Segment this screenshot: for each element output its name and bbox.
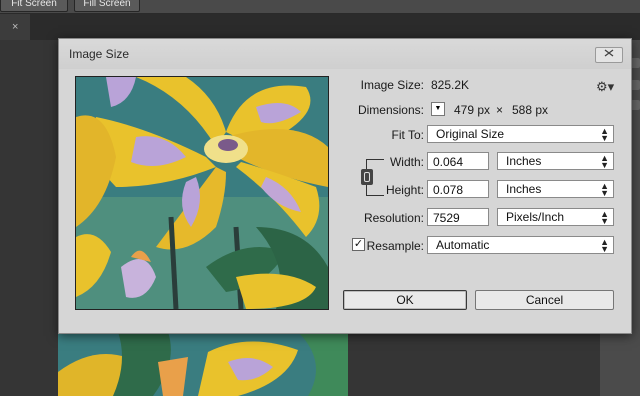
document-canvas-image — [58, 332, 348, 396]
resample-select[interactable]: Automatic ▲ ▼ — [427, 236, 614, 254]
image-size-value: 825.2K — [431, 78, 470, 92]
height-unit-value: Inches — [506, 182, 542, 196]
fill-screen-button[interactable]: Fill Screen — [74, 0, 140, 12]
tab-close-icon[interactable]: × — [12, 14, 18, 40]
fit-screen-button[interactable]: Fit Screen — [0, 0, 68, 12]
close-icon[interactable] — [595, 47, 623, 63]
select-arrows-icon: ▲ ▼ — [600, 209, 609, 226]
width-unit-value: Inches — [506, 154, 542, 168]
resolution-unit-select[interactable]: Pixels/Inch ▲ ▼ — [497, 208, 614, 226]
document-tab-bar: × — [0, 14, 640, 40]
select-arrows-icon: ▲ ▼ — [600, 126, 609, 143]
ok-button[interactable]: OK — [343, 290, 467, 310]
document-tab[interactable]: × — [0, 14, 30, 40]
cancel-button[interactable]: Cancel — [475, 290, 614, 310]
image-size-dialog: Image Size Image Size: 825.2K ⚙▾ Dimensi… — [58, 38, 632, 334]
dialog-title: Image Size — [69, 47, 130, 61]
resolution-unit-value: Pixels/Inch — [506, 210, 565, 224]
gear-icon[interactable]: ⚙▾ — [596, 79, 614, 95]
fit-to-value: Original Size — [436, 127, 505, 141]
resolution-input[interactable]: 7529 — [427, 208, 489, 226]
width-unit-select[interactable]: Inches ▲ ▼ — [497, 152, 614, 170]
dimensions-label: Dimensions: — [357, 103, 424, 117]
height-unit-select[interactable]: Inches ▲ ▼ — [497, 180, 614, 198]
fit-to-select[interactable]: Original Size ▲ ▼ — [427, 125, 614, 143]
width-input[interactable]: 0.064 — [427, 152, 489, 170]
resample-value: Automatic — [436, 238, 490, 252]
height-input[interactable]: 0.078 — [427, 180, 489, 198]
dimensions-height-value: 588 px — [512, 103, 549, 117]
resolution-label: Resolution: — [363, 211, 424, 225]
select-arrows-icon: ▲ ▼ — [600, 237, 609, 254]
select-arrows-icon: ▲ ▼ — [600, 153, 609, 170]
fit-to-label: Fit To: — [391, 128, 424, 142]
image-size-label: Image Size: — [360, 78, 424, 92]
image-preview[interactable] — [75, 76, 329, 310]
dimensions-width-value: 479 px — [454, 103, 491, 117]
width-label: Width: — [389, 155, 424, 169]
dimensions-times: × — [496, 103, 504, 117]
app-options-bar: Fit Screen Fill Screen — [0, 0, 640, 14]
dimensions-dropdown-button[interactable]: ▼ — [431, 102, 445, 116]
dialog-title-bar[interactable]: Image Size — [59, 39, 631, 69]
select-arrows-icon: ▲ ▼ — [600, 181, 609, 198]
height-label: Height: — [385, 183, 424, 197]
resample-label: Resample: — [366, 239, 424, 253]
